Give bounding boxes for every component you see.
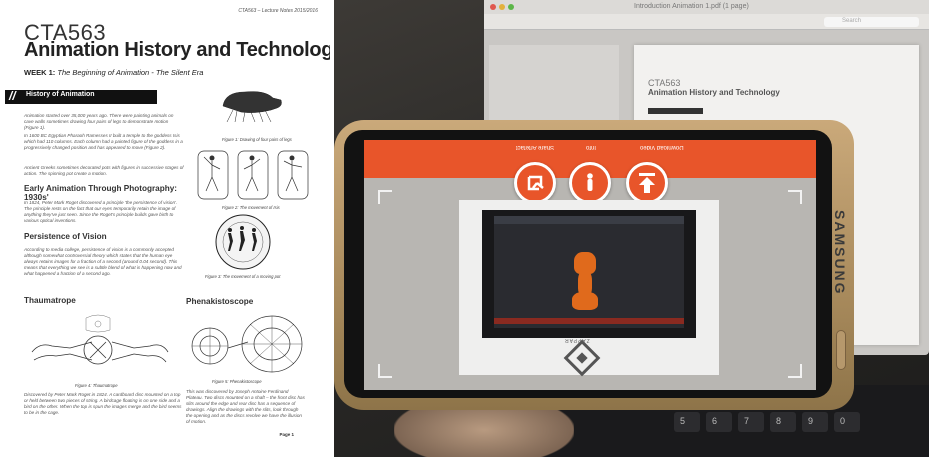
paragraph-roget: In 1824, Peter Mark Roget discovered a p… xyxy=(24,200,178,223)
key-label: 9 xyxy=(808,416,814,426)
keyboard-key xyxy=(674,412,700,432)
key-label: 5 xyxy=(680,416,686,426)
paragraph-cave: Animation started over 35,000 years ago.… xyxy=(24,113,174,130)
paragraph-greeks: Ancient Greeks sometimes decorated pots … xyxy=(24,165,184,176)
greek-pot-illustration xyxy=(215,214,271,270)
week-label: WEEK 1: xyxy=(24,68,56,77)
animated-figure-legs xyxy=(572,292,598,310)
page-number: Page 1 xyxy=(279,432,294,437)
keyboard-key xyxy=(834,412,860,432)
caption-fig1: Figure 1: Drawing of four pairs of legs xyxy=(222,137,292,142)
key-label: 7 xyxy=(744,416,750,426)
zoom-window-icon[interactable] xyxy=(508,4,514,10)
phone-brand-label: SAMSUNG xyxy=(832,210,848,296)
phenakistoscope-illustration xyxy=(191,315,303,373)
ar-video-timeline xyxy=(494,318,684,324)
caption-fig5: Figure 5: Phenakistoscope xyxy=(212,379,262,384)
week-title: The Beginning of Animation - The Silent … xyxy=(57,68,204,77)
keyboard-key xyxy=(706,412,732,432)
phone-screen: Share Artefact Info Download Video ZAPPA… xyxy=(364,140,816,390)
caption-fig2: Figure 2: The movement of Isis xyxy=(222,205,280,210)
download-video-label: Download Video xyxy=(640,144,684,150)
monitor-doc-title: Animation History and Technology xyxy=(648,88,780,97)
download-icon xyxy=(639,173,655,193)
monitor-search-placeholder: Search xyxy=(842,18,862,24)
scan-frame-corner xyxy=(788,364,802,378)
subhead-thaumatrope: Thaumatrope xyxy=(24,296,76,305)
key-label: 8 xyxy=(776,416,782,426)
phone-ar-photo: Introduction Animation 1.pdf (1 page) Se… xyxy=(334,0,929,457)
monitor-doc-code: CTA563 xyxy=(648,78,681,88)
keyboard-key xyxy=(770,412,796,432)
keyboard-key xyxy=(802,412,828,432)
close-window-icon[interactable] xyxy=(490,4,496,10)
key-label: 6 xyxy=(712,416,718,426)
caption-fig4: Figure 4: Thaumatrope xyxy=(75,383,118,388)
scan-frame-corner xyxy=(788,190,802,204)
paragraph-phenakistoscope: This was discovered by Joseph Antoine Fe… xyxy=(186,389,305,424)
zappar-marker-label: ZAPPAR xyxy=(564,337,590,343)
paragraph-thaumatrope: Discovered by Peter Mark Roget in 1824. … xyxy=(24,392,182,415)
slash-icon: // xyxy=(9,89,16,103)
thaumatrope-illustration xyxy=(31,314,169,365)
lecture-notes-page: CTA563 – Lecture Notes 2015/2016 CTA563 … xyxy=(0,0,330,457)
doc-header: CTA563 – Lecture Notes 2015/2016 xyxy=(238,8,318,14)
info-label: Info xyxy=(586,144,597,150)
scan-frame-corner xyxy=(378,364,392,378)
share-artefact-button[interactable] xyxy=(514,162,556,204)
phone-home-button[interactable] xyxy=(836,330,846,370)
paragraph-egypt: In 1600 BC Egyptian Pharaoh Ramesses II … xyxy=(24,133,183,150)
share-icon xyxy=(527,175,544,191)
monitor-doc-section-bar xyxy=(648,108,703,114)
week-line: WEEK 1: The Beginning of Animation - The… xyxy=(24,68,203,77)
share-artefact-label: Share Artefact xyxy=(516,144,555,150)
subhead-persistence: Persistence of Vision xyxy=(24,232,107,241)
monitor-search-input[interactable] xyxy=(824,17,919,27)
monitor-window-title: Introduction Animation 1.pdf (1 page) xyxy=(634,3,749,10)
ar-video-toolbar xyxy=(494,216,684,224)
subhead-phenakistoscope: Phenakistoscope xyxy=(186,297,254,306)
paragraph-persistence: According to media college, persistence … xyxy=(24,247,182,276)
section-title: History of Animation xyxy=(26,91,95,98)
keyboard-key xyxy=(738,412,764,432)
boar-illustration xyxy=(222,91,282,123)
info-button[interactable] xyxy=(569,162,611,204)
download-video-button[interactable] xyxy=(626,162,668,204)
minimize-window-icon[interactable] xyxy=(499,4,505,10)
key-label: 0 xyxy=(840,416,846,426)
course-title: Animation History and Technology xyxy=(24,39,330,61)
caption-fig3: Figure 3: The movement of a moving pot xyxy=(205,274,281,279)
scan-frame-corner xyxy=(378,190,392,204)
isis-columns-illustration xyxy=(197,150,309,200)
info-icon xyxy=(587,173,593,191)
